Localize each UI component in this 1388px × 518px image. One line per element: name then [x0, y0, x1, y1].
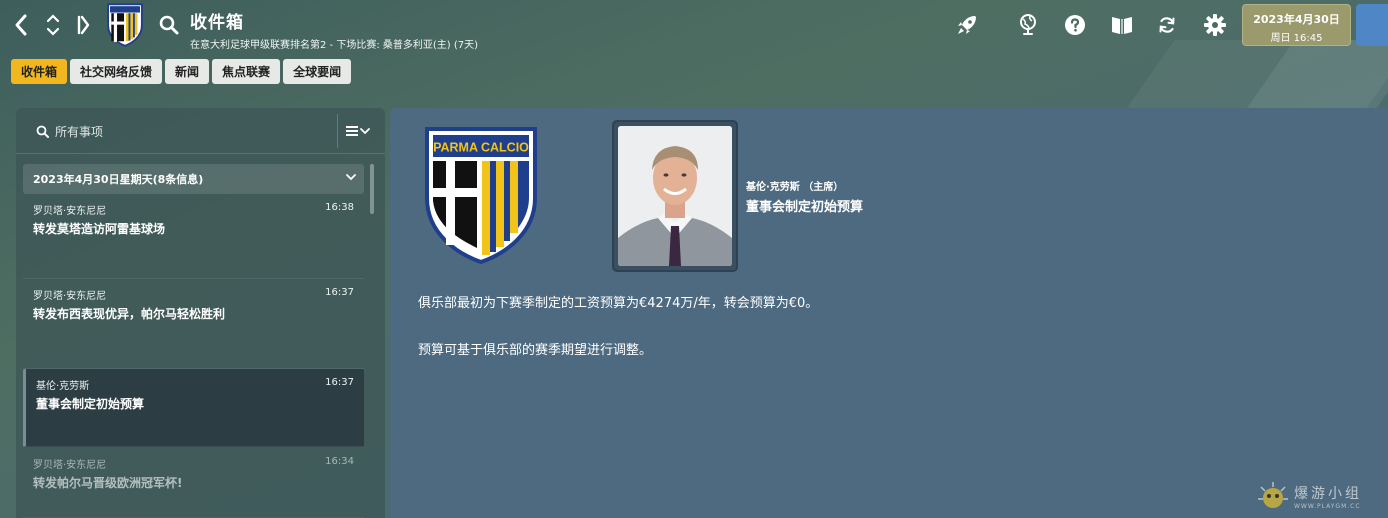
chevron-down-icon — [359, 128, 370, 135]
back-icon — [15, 14, 27, 36]
message-detail-panel: PARMA CALCIO 基伦·克劳斯 （主席） 董事会制定初始预算 俱乐部最初… — [390, 108, 1388, 518]
sender-portrait — [618, 126, 732, 266]
refresh-button[interactable] — [1154, 12, 1180, 38]
message-subject: 转发莫塔造访阿雷基球场 — [33, 222, 166, 236]
inbox-tabs: 收件箱 社交网络反馈 新闻 焦点联赛 全球要闻 — [11, 59, 352, 84]
list-item[interactable]: 罗贝塔·安东尼尼 16:37 转发布西表现优异，帕尔马轻松胜利 — [23, 279, 364, 369]
message-subject: 转发布西表现优异，帕尔马轻松胜利 — [33, 307, 226, 321]
message-sender: 罗贝塔·安东尼尼 — [33, 460, 107, 471]
date-display[interactable]: 2023年4月30日 周日 16:45 — [1242, 4, 1351, 46]
message-body-paragraph: 俱乐部最初为下赛季制定的工资预算为€4274万/年，转会预算为€0。 — [418, 296, 819, 311]
globe-button[interactable] — [1015, 12, 1041, 38]
sender-info: 基伦·克劳斯 （主席） 董事会制定初始预算 — [746, 178, 863, 215]
club-crest[interactable] — [106, 3, 144, 47]
list-item[interactable]: 罗贝塔·安东尼尼 16:34 转发帕尔马晋级欧洲冠军杯! — [23, 448, 364, 518]
date-group-label: 2023年4月30日星期天(8条信息) — [33, 173, 204, 186]
skip-end-icon — [77, 15, 90, 35]
up-down-button[interactable] — [40, 8, 66, 42]
watermark-logo-icon — [1258, 482, 1288, 508]
tab-world-news[interactable]: 全球要闻 — [283, 59, 352, 84]
message-subject: 转发帕尔马晋级欧洲冠军杯! — [33, 476, 183, 490]
sender-role: 基伦·克劳斯 （主席） — [746, 182, 844, 193]
refresh-icon — [1159, 17, 1175, 33]
message-sender: 基伦·克劳斯 — [36, 381, 90, 392]
sender-portrait-frame[interactable] — [612, 120, 738, 272]
globe-icon — [1020, 14, 1036, 35]
chevron-down-icon — [346, 174, 356, 181]
message-time: 16:37 — [325, 377, 354, 388]
help-icon — [1065, 15, 1085, 35]
message-sender: 罗贝塔·安东尼尼 — [33, 291, 107, 302]
message-title: 董事会制定初始预算 — [746, 200, 864, 215]
continue-button[interactable] — [1356, 4, 1388, 46]
list-item-selected[interactable]: 基伦·克劳斯 16:37 董事会制定初始预算 — [23, 369, 364, 447]
search-icon — [159, 15, 179, 35]
message-sender: 罗贝塔·安东尼尼 — [33, 206, 107, 217]
search-button[interactable] — [158, 14, 180, 36]
club-crest-large[interactable]: PARMA CALCIO — [424, 126, 538, 265]
inbox-search-row: 所有事项 — [16, 108, 385, 154]
tab-news[interactable]: 新闻 — [165, 59, 210, 84]
book-icon — [1112, 17, 1132, 34]
date-group-header[interactable]: 2023年4月30日星期天(8条信息) — [23, 164, 364, 194]
settings-button[interactable] — [1202, 12, 1228, 38]
page-subtitle: 在意大利足球甲级联赛排名第2 - 下场比赛: 桑普多利亚(主) (7天) — [190, 40, 479, 51]
current-date: 2023年4月30日 — [1253, 13, 1340, 26]
list-item[interactable]: 罗贝塔·安东尼尼 16:38 转发莫塔造访阿雷基球场 — [23, 194, 364, 279]
gear-icon — [1204, 14, 1226, 36]
back-button[interactable] — [8, 8, 34, 42]
top-bar: 收件箱 在意大利足球甲级联赛排名第2 - 下场比赛: 桑普多利亚(主) (7天)… — [0, 0, 1388, 52]
current-time: 周日 16:45 — [1270, 33, 1323, 44]
watermark: 爆游小组 WWW.PLAYGM.CC — [1256, 476, 1386, 516]
message-body-paragraph: 预算可基于俱乐部的赛季期望进行调整。 — [418, 343, 653, 358]
title-block: 收件箱 在意大利足球甲级联赛排名第2 - 下场比赛: 桑普多利亚(主) (7天) — [190, 8, 478, 51]
help-button[interactable] — [1062, 12, 1088, 38]
crest-text: PARMA CALCIO — [433, 141, 529, 155]
inbox-list-panel: 所有事项 2023年4月30日星期天(8条信息) 罗贝塔·安东尼尼 16:38 … — [16, 108, 385, 518]
message-time: 16:38 — [325, 202, 354, 213]
filter-button[interactable] — [337, 114, 377, 148]
message-time: 16:37 — [325, 287, 354, 298]
watermark-text: 爆游小组 — [1294, 485, 1362, 502]
tab-inbox[interactable]: 收件箱 — [11, 59, 68, 84]
up-down-icon — [46, 14, 60, 36]
skip-end-button[interactable] — [70, 8, 96, 42]
filter-icon — [345, 126, 358, 136]
tab-focus-leagues[interactable]: 焦点联赛 — [212, 59, 281, 84]
message-time: 16:34 — [325, 456, 354, 467]
message-subject: 董事会制定初始预算 — [36, 397, 145, 411]
watermark-url: WWW.PLAYGM.CC — [1294, 502, 1361, 510]
rocket-icon — [958, 16, 976, 34]
inbox-search-input[interactable]: 所有事项 — [16, 108, 336, 154]
rocket-button[interactable] — [954, 12, 980, 38]
search-placeholder: 所有事项 — [55, 124, 104, 139]
tab-social-feedback[interactable]: 社交网络反馈 — [70, 59, 163, 84]
book-button[interactable] — [1109, 12, 1135, 38]
list-scrollbar[interactable] — [370, 164, 374, 214]
page-title: 收件箱 — [190, 13, 244, 33]
search-icon — [36, 125, 49, 138]
